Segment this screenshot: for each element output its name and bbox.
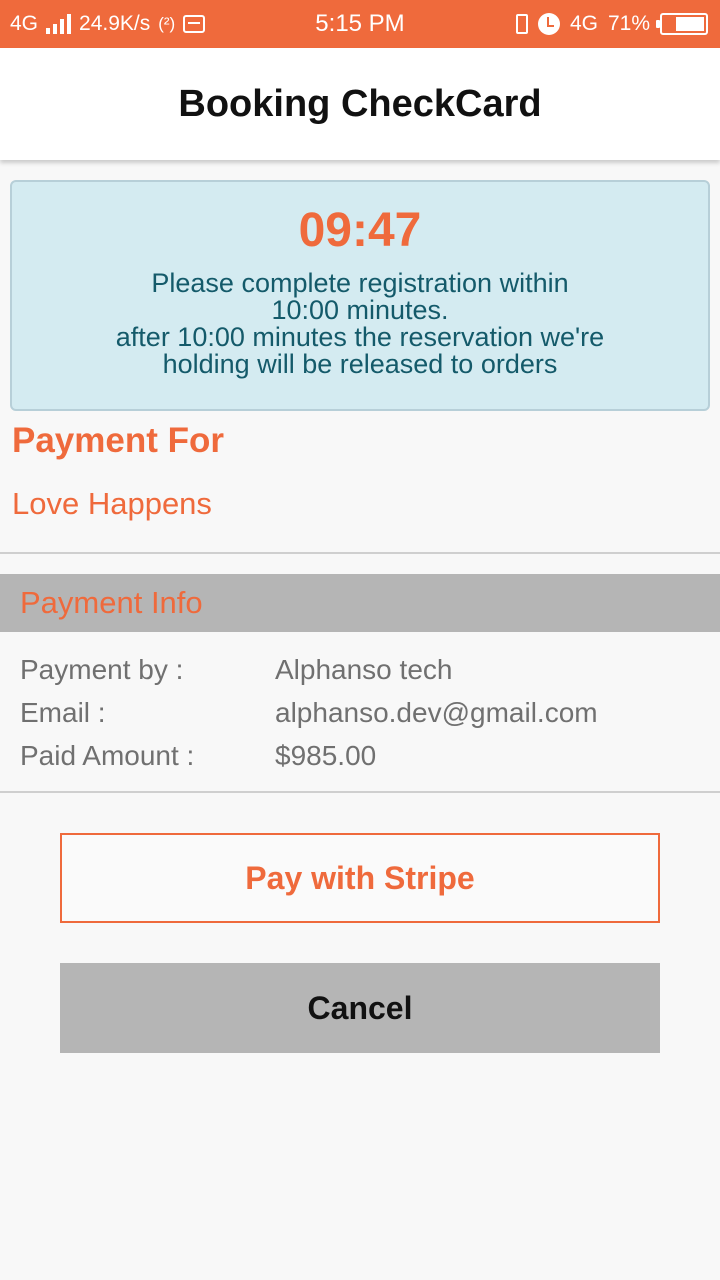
battery-icon bbox=[656, 13, 708, 35]
app-header: Booking CheckCard bbox=[0, 48, 720, 160]
payment-for-title: Payment For bbox=[12, 421, 224, 460]
network-type-right: 4G bbox=[569, 12, 598, 35]
timer-message: Please complete registration within 10:0… bbox=[12, 270, 708, 378]
network-type: 4G bbox=[10, 12, 39, 35]
payment-info-title: Payment Info bbox=[20, 585, 203, 620]
signal-icon bbox=[46, 14, 72, 34]
info-row-email: Email : alphanso.dev@gmail.com bbox=[20, 691, 700, 734]
info-value: $985.00 bbox=[275, 739, 377, 771]
timer-box: 09:47 Please complete registration withi… bbox=[10, 180, 710, 411]
movie-title: Love Happens bbox=[12, 486, 212, 521]
info-row-paid-amount: Paid Amount : $985.00 bbox=[20, 734, 700, 777]
info-row-payment-by: Payment by : Alphanso tech bbox=[20, 648, 700, 691]
divider bbox=[0, 552, 720, 554]
hotspot-icon: (²) bbox=[158, 14, 176, 33]
timer-message-line3: after 10:00 minutes the reservation we'r… bbox=[115, 322, 605, 352]
battery-percent: 71% bbox=[607, 12, 650, 35]
page-title: Booking CheckCard bbox=[178, 82, 542, 125]
timer-message-line4: holding will be released to orders bbox=[162, 349, 558, 379]
notification-icon bbox=[183, 15, 206, 33]
vibrate-icon bbox=[515, 14, 528, 34]
pay-with-stripe-button[interactable]: Pay with Stripe bbox=[60, 833, 660, 923]
status-left: 4G 24.9K/s (²) bbox=[10, 0, 206, 48]
divider bbox=[0, 791, 720, 793]
alarm-icon bbox=[537, 13, 560, 35]
info-value: alphanso.dev@gmail.com bbox=[275, 696, 598, 728]
payment-info-header: Payment Info bbox=[0, 574, 720, 632]
info-label: Paid Amount : bbox=[20, 739, 195, 771]
timer-message-line2: 10:00 minutes. bbox=[271, 295, 449, 325]
timer-message-line1: Please complete registration within bbox=[151, 268, 569, 298]
countdown-timer: 09:47 bbox=[298, 204, 422, 257]
info-value: Alphanso tech bbox=[275, 653, 453, 685]
info-label: Payment by : bbox=[20, 653, 184, 685]
network-speed: 24.9K/s bbox=[79, 12, 151, 35]
info-label: Email : bbox=[20, 696, 106, 728]
status-right: 4G 71% bbox=[515, 0, 708, 48]
payment-info-list: Payment by : Alphanso tech Email : alpha… bbox=[20, 648, 700, 777]
status-bar: 4G 24.9K/s (²) 5:15 PM 4G 71% bbox=[0, 0, 720, 48]
cancel-button[interactable]: Cancel bbox=[60, 963, 660, 1053]
battery-fill bbox=[675, 17, 704, 31]
